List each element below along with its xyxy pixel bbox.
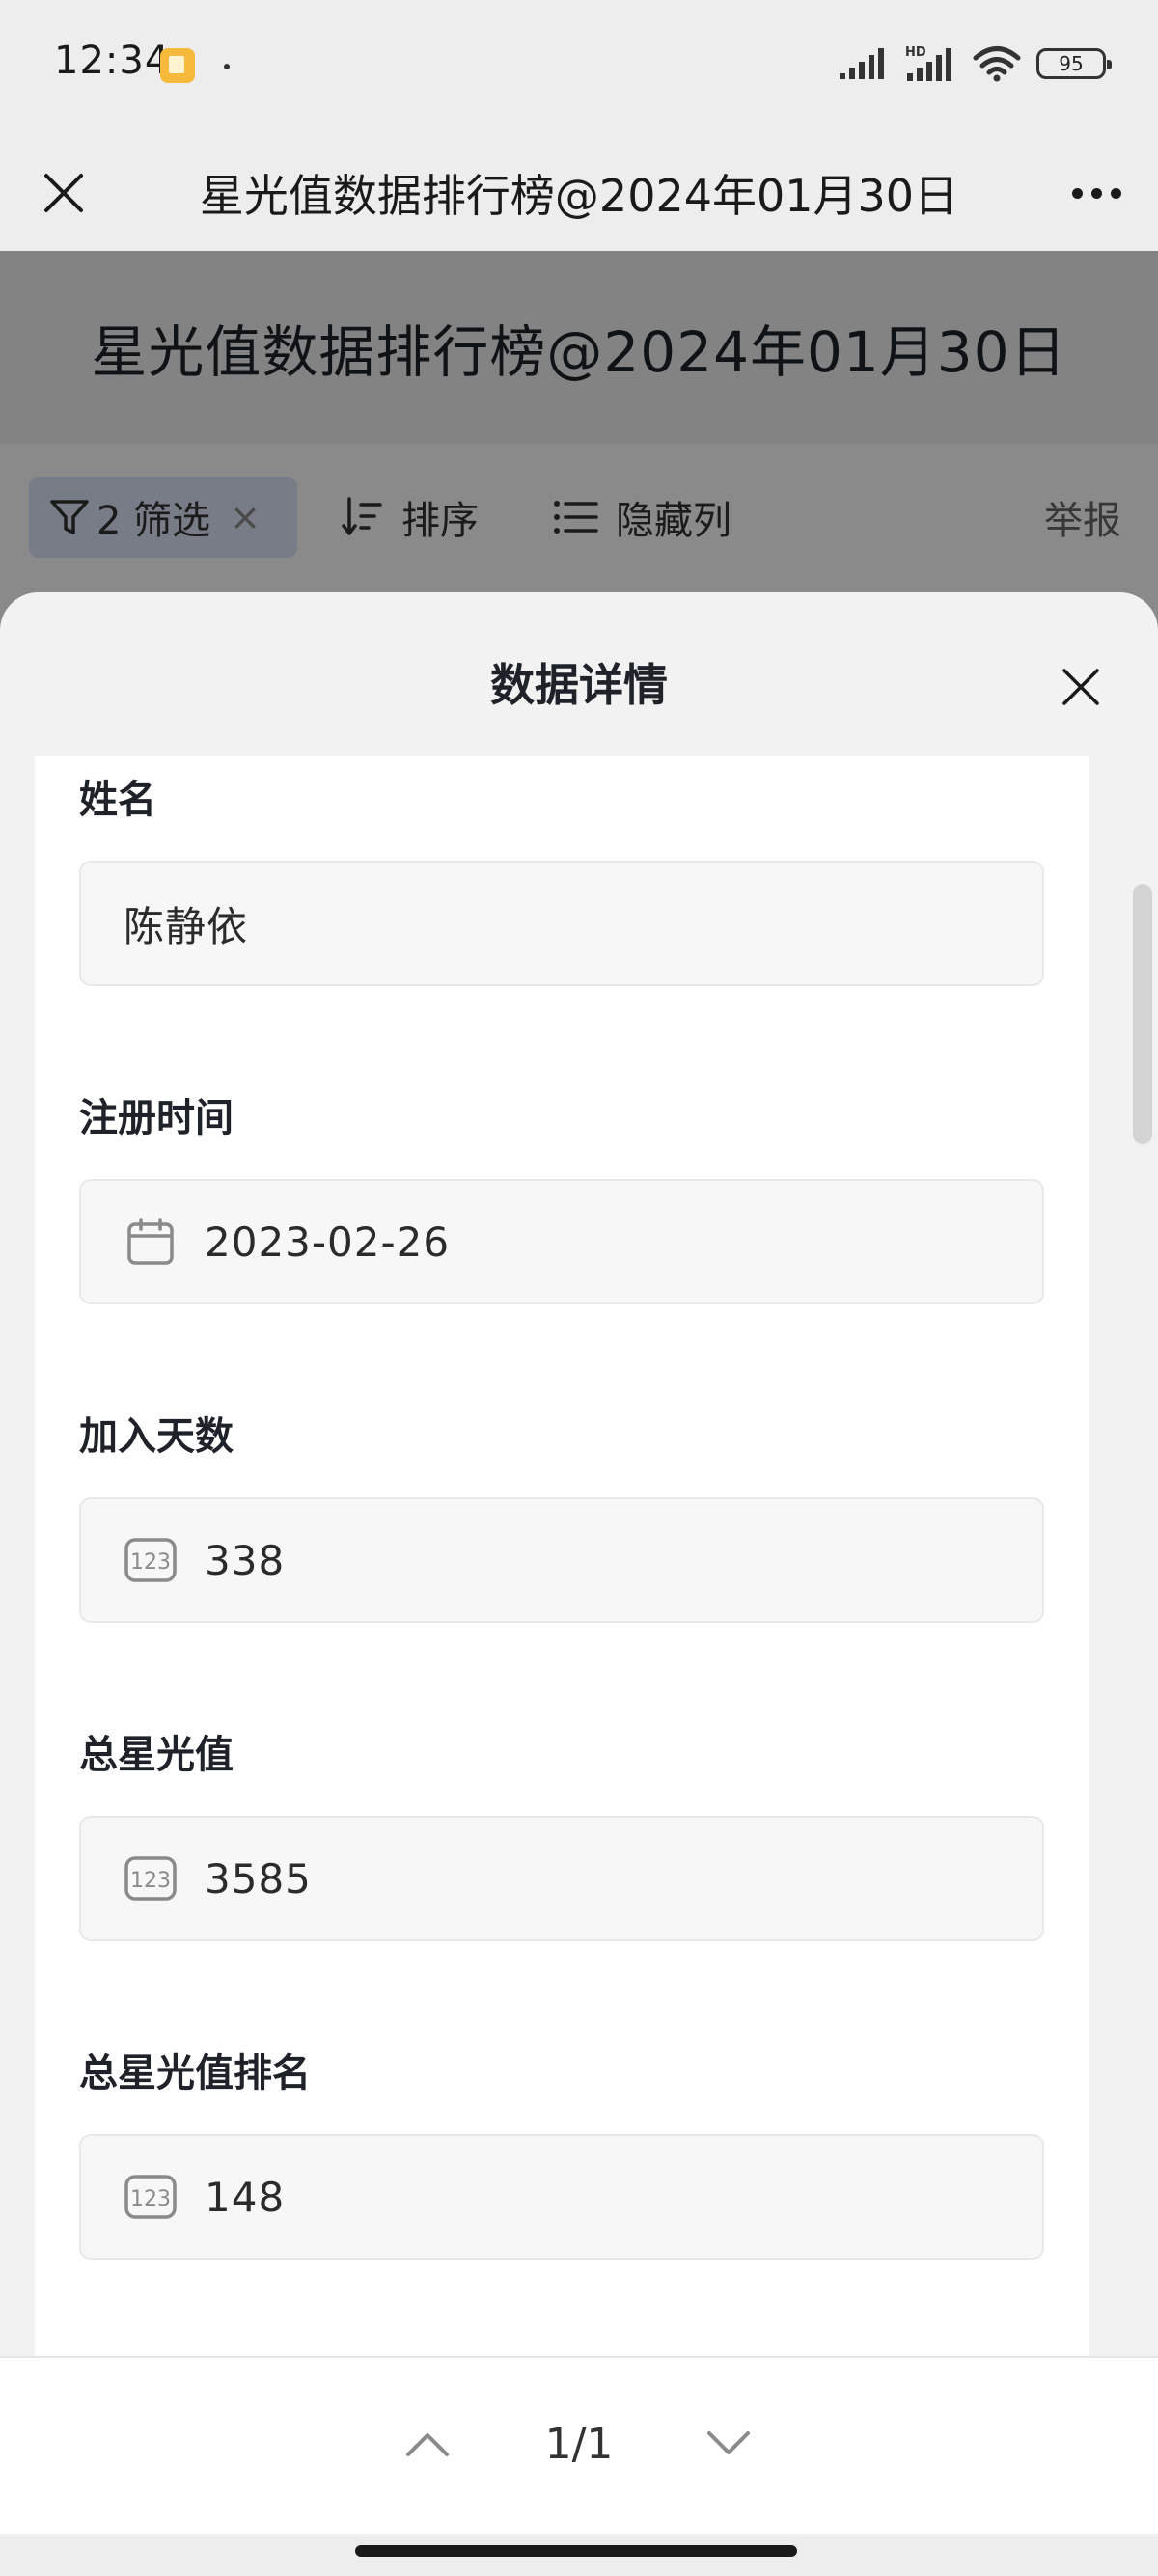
home-indicator[interactable] (355, 2545, 797, 2557)
wifi-icon (973, 46, 1021, 82)
days-joined-field[interactable]: 123 338 (79, 1497, 1044, 1623)
total-starlight-field[interactable]: 123 3585 (79, 1816, 1044, 1941)
field-label: 姓名 (79, 778, 156, 822)
register-date-field[interactable]: 2023-02-26 (79, 1179, 1044, 1304)
close-button[interactable] (27, 156, 100, 230)
status-time: 12:34 (54, 39, 171, 83)
more-dot (1110, 187, 1121, 199)
number-icon: 123 (124, 2170, 178, 2224)
notes-app-icon (160, 48, 195, 83)
chevron-down-icon (707, 2431, 750, 2454)
gesture-bar-area (0, 2534, 1158, 2576)
sheet-close-button[interactable] (1042, 648, 1119, 726)
name-field[interactable]: 陈静依 (79, 861, 1044, 986)
status-icons: HD 95 (838, 42, 1112, 85)
field-label: 总星光值 (79, 1733, 234, 1777)
svg-text:HD: HD (905, 45, 926, 60)
more-dot (1090, 187, 1102, 199)
field-value: 3585 (205, 1854, 312, 1903)
field-label: 总星光值排名 (79, 2051, 311, 2096)
number-icon: 123 (124, 1851, 178, 1905)
sheet-title: 数据详情 (490, 659, 668, 711)
field-value: 陈静依 (124, 902, 249, 950)
next-record-button[interactable] (685, 2400, 772, 2487)
scrollbar[interactable] (1133, 884, 1152, 1144)
svg-text:123: 123 (130, 1869, 171, 1893)
more-dot (1071, 187, 1083, 199)
svg-text:123: 123 (130, 1550, 171, 1575)
calendar-icon (124, 1215, 178, 1269)
sheet-header: 数据详情 (0, 592, 1158, 756)
field-label: 注册时间 (79, 1096, 234, 1140)
chevron-up-icon (406, 2433, 449, 2456)
previous-record-button[interactable] (384, 2400, 471, 2487)
field-value: 2023-02-26 (205, 1218, 451, 1266)
hd-signal-icon: HD (905, 45, 951, 81)
detail-card: 姓名 陈静依 注册时间 2023-02-26 加入天数 123 338 总星光值… (35, 756, 1089, 2358)
field-value: 148 (205, 2173, 286, 2221)
battery-level: 95 (1059, 52, 1084, 75)
status-bar: 12:34 HD 95 (0, 0, 1158, 135)
battery-indicator: 95 (1036, 48, 1112, 79)
detail-sheet: 数据详情 姓名 陈静依 注册时间 2023-02-26 加入天数 123 338… (0, 592, 1158, 2576)
page-count: 1/1 (544, 2419, 614, 2469)
field-label: 加入天数 (79, 1414, 234, 1459)
more-options-button[interactable] (1060, 156, 1133, 230)
field-value: 338 (205, 1536, 286, 1584)
notification-dot (224, 64, 230, 69)
total-starlight-rank-field[interactable]: 123 148 (79, 2134, 1044, 2260)
cellular-signal-icon (840, 48, 884, 79)
record-pager: 1/1 (0, 2356, 1158, 2534)
nav-title: 星光值数据排行榜@2024年01月30日 (199, 170, 959, 222)
svg-text:123: 123 (130, 2187, 171, 2211)
close-icon (1062, 669, 1099, 705)
number-icon: 123 (124, 1533, 178, 1587)
close-icon (44, 174, 83, 212)
nav-bar: 星光值数据排行榜@2024年01月30日 (0, 135, 1158, 251)
